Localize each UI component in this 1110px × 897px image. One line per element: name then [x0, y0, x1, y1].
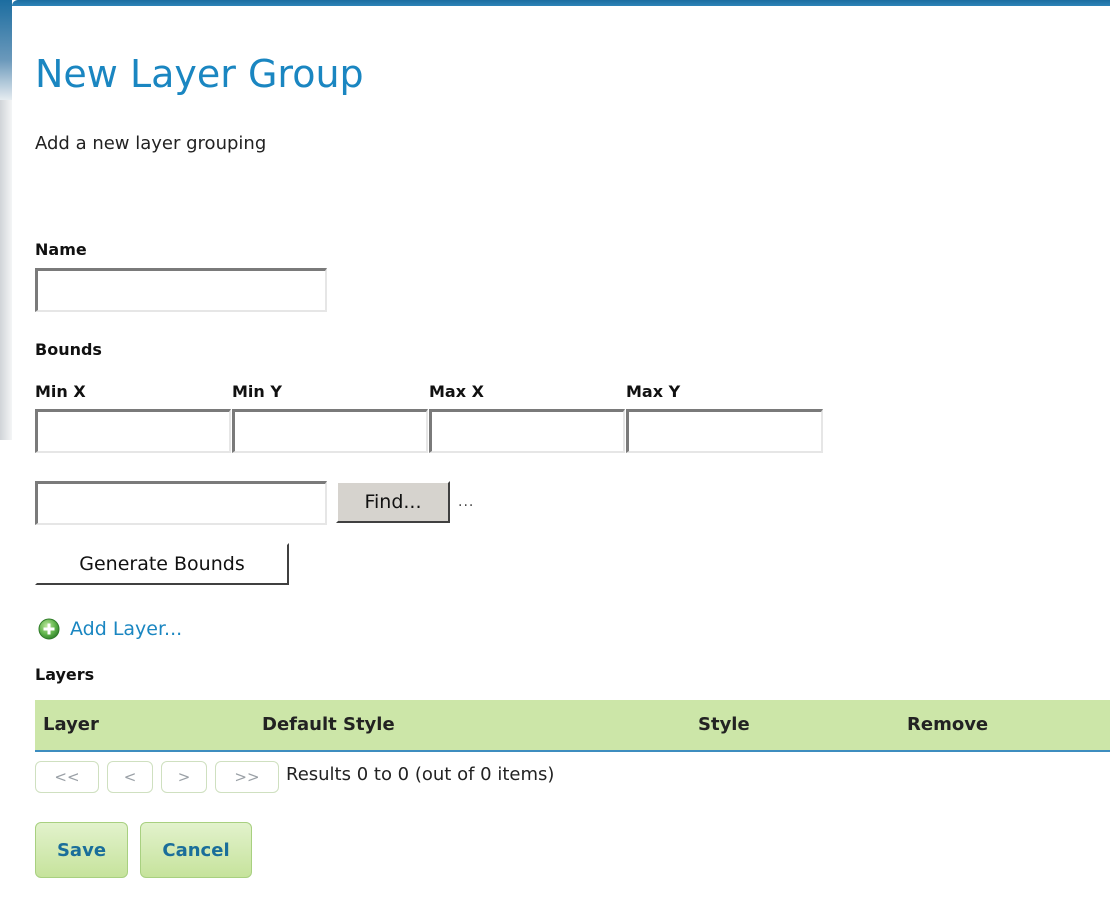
pager-last-button[interactable]: >> [215, 761, 279, 793]
column-header-default-style[interactable]: Default Style [262, 714, 395, 735]
max-y-input[interactable] [626, 409, 823, 453]
max-x-label: Max X [429, 382, 484, 401]
crs-input[interactable] [35, 481, 327, 525]
bounds-label: Bounds [35, 340, 102, 359]
min-y-input[interactable] [232, 409, 428, 453]
pager-next-button[interactable]: > [161, 761, 207, 793]
cancel-button[interactable]: Cancel [140, 822, 252, 878]
name-label: Name [35, 240, 87, 259]
min-x-label: Min X [35, 382, 86, 401]
max-y-label: Max Y [626, 382, 681, 401]
column-header-layer[interactable]: Layer [43, 714, 99, 735]
min-y-label: Min Y [232, 382, 282, 401]
pager-prev-button[interactable]: < [107, 761, 153, 793]
layers-table-header: Layer Default Style Style Remove [35, 700, 1110, 752]
column-header-style[interactable]: Style [698, 714, 750, 735]
page-title: New Layer Group [35, 52, 364, 96]
page-description: Add a new layer grouping [35, 133, 267, 154]
add-circle-icon [38, 618, 60, 640]
save-button[interactable]: Save [35, 822, 128, 878]
column-header-remove[interactable]: Remove [907, 714, 988, 735]
pager-results-text: Results 0 to 0 (out of 0 items) [286, 764, 555, 785]
find-button[interactable]: Find... [336, 481, 450, 523]
panel-top-border [12, 0, 1110, 6]
min-x-input[interactable] [35, 409, 231, 453]
panel-left-border [0, 0, 12, 100]
page: New Layer Group Add a new layer grouping… [0, 0, 1110, 897]
crs-ellipsis: ... [458, 494, 475, 510]
name-input[interactable] [35, 268, 327, 312]
pager-first-button[interactable]: << [35, 761, 99, 793]
add-layer-link[interactable]: Add Layer... [38, 618, 182, 640]
add-layer-label: Add Layer... [70, 618, 183, 640]
max-x-input[interactable] [429, 409, 625, 453]
panel-left-shadow [0, 100, 12, 440]
panel-corner [12, 6, 30, 24]
generate-bounds-button[interactable]: Generate Bounds [35, 543, 289, 585]
layers-section-label: Layers [35, 665, 95, 684]
